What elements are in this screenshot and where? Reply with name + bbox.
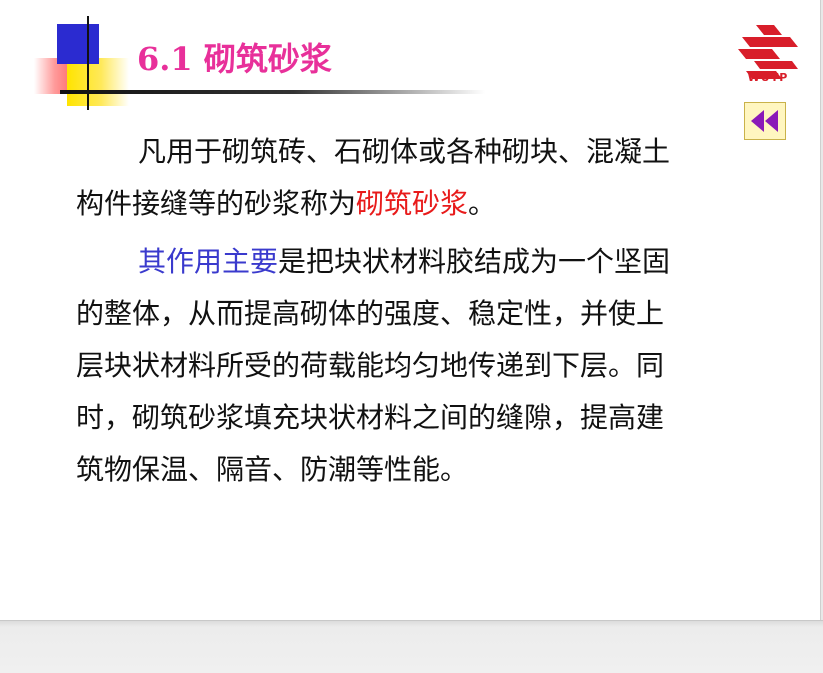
paragraph-1-line-2-start: 构件接缝等的砂浆称为: [76, 187, 357, 220]
decor-blue-block: [57, 24, 99, 64]
paragraph-2-line-1: 其作用主要是把块状材料胶结成为一个坚固: [76, 236, 756, 288]
paragraph-1-line-2: 构件接缝等的砂浆称为砌筑砂浆。: [76, 178, 756, 230]
paragraph-2-line-3: 层块状材料所受的荷载能均匀地传递到下层。同: [76, 349, 665, 382]
paragraph-2-line-2: 的整体，从而提高砌体的强度、稳定性，并使上: [76, 297, 665, 330]
window-bottom-strip: [0, 620, 823, 673]
slide-canvas: 6.1 砌筑砂浆 WUTP 凡用于砌筑砖、石砌体或各种砌块、混凝土 构件接缝等的…: [0, 0, 821, 620]
function-highlight: 其作用主要: [138, 245, 279, 278]
paragraph-1-line-1: 凡用于砌筑砖、石砌体或各种砌块、混凝土: [138, 135, 671, 168]
term-highlight: 砌筑砂浆: [356, 187, 469, 220]
paragraph-1-line-2-end: 。: [468, 187, 497, 220]
slide-body: 凡用于砌筑砖、石砌体或各种砌块、混凝土 构件接缝等的砂浆称为砌筑砂浆。 其作用主…: [76, 126, 756, 496]
logo-text: WUTP: [747, 71, 789, 84]
decor-vertical-line: [87, 16, 89, 110]
paragraph-2-line-4: 时，砌筑砂浆填充块状材料之间的缝隙，提高建: [76, 401, 665, 434]
paragraph-2: 其作用主要是把块状材料胶结成为一个坚固 的整体，从而提高砌体的强度、稳定性，并使…: [76, 236, 756, 496]
decor-title-underline: [60, 90, 485, 94]
decor-yellow-block: [67, 58, 129, 106]
paragraph-2-line-1-rest: 是把块状材料胶结成为一个坚固: [278, 245, 671, 278]
paragraph-2-line-5: 筑物保温、隔音、防潮等性能。: [76, 453, 469, 486]
paragraph-1: 凡用于砌筑砖、石砌体或各种砌块、混凝土 构件接缝等的砂浆称为砌筑砂浆。: [76, 126, 756, 230]
slide-title: 6.1 砌筑砂浆: [137, 40, 332, 78]
